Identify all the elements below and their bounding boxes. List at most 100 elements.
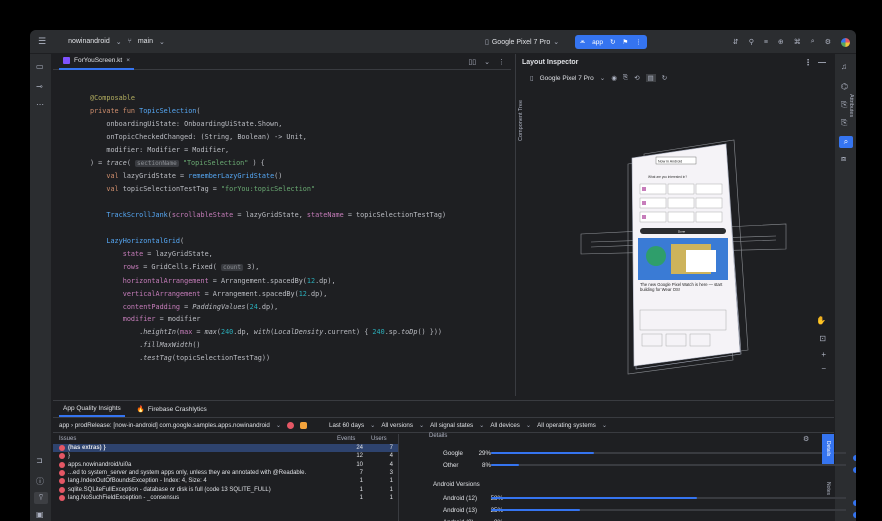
problems-icon[interactable]: ⓘ: [36, 476, 44, 487]
issue-row[interactable]: apps.nowinandroid/ui0a 10 4: [53, 461, 398, 469]
layout-3d-view[interactable]: Now in Android What are you interested i…: [576, 114, 796, 384]
code-line[interactable]: .testTag(topicSelectionTestTag)): [90, 352, 446, 365]
code-line[interactable]: val topicSelectionTestTag = "forYou:topi…: [90, 183, 446, 196]
code-line[interactable]: TrackScrollJank(scrollableState = lazyGr…: [90, 209, 446, 222]
commit-icon[interactable]: ⊸: [36, 82, 43, 91]
more-tools-icon[interactable]: ⋯: [36, 100, 44, 109]
chevron-down-icon[interactable]: ⌄: [276, 422, 281, 429]
editor-tab-label[interactable]: ForYouScreen.kt: [74, 57, 122, 64]
app-quality-icon[interactable]: ⊐: [36, 456, 43, 465]
debug-icon[interactable]: ⚑: [622, 38, 628, 46]
avatar-icon[interactable]: [841, 37, 850, 47]
terminal-icon[interactable]: ▣: [36, 510, 44, 519]
code-line[interactable]: ) = trace( sectionName "TopicSelection" …: [90, 157, 446, 171]
settings-gear-icon[interactable]: ⚙: [803, 435, 809, 443]
chevron-down-icon[interactable]: ⌄: [479, 422, 484, 429]
profiler-icon[interactable]: ⚲: [749, 38, 754, 46]
gradle-icon[interactable]: ⌬: [841, 82, 848, 91]
chevron-down-icon[interactable]: ⌄: [159, 38, 165, 46]
rerun-icon[interactable]: ↻: [610, 38, 615, 46]
code-line[interactable]: private fun TopicSelection(: [90, 105, 446, 118]
project-name[interactable]: nowinandroid: [68, 38, 110, 45]
code-line[interactable]: contentPadding = PaddingValues(24.dp),: [90, 301, 446, 314]
expand-knob[interactable]: [853, 512, 856, 518]
code-line[interactable]: state = lazyGridState,: [90, 248, 446, 261]
app-selector[interactable]: app › prodRelease: [now-in-android] com.…: [59, 422, 270, 429]
code-line[interactable]: ​: [90, 196, 446, 209]
device-name[interactable]: Google Pixel 7 Pro: [492, 39, 550, 46]
tab-app-quality-insights[interactable]: App Quality Insights: [59, 401, 125, 417]
layer-icon[interactable]: ▤: [645, 74, 656, 82]
more-icon[interactable]: ⋮: [498, 58, 505, 66]
code-line[interactable]: horizontalArrangement = Arrangement.spac…: [90, 275, 446, 288]
device-file-icon[interactable]: ⎘: [841, 100, 847, 110]
hamburger-menu-icon[interactable]: ☰: [38, 36, 46, 47]
filter-versions[interactable]: All versions: [381, 422, 413, 429]
code-line[interactable]: rows = GridCells.Fixed( count 3),: [90, 261, 446, 275]
search-icon[interactable]: ⌕: [811, 38, 815, 46]
attributes-tab[interactable]: Attributes: [848, 94, 854, 117]
more-icon[interactable]: ⋮: [635, 38, 642, 46]
code-line[interactable]: .fillMaxWidth(): [90, 339, 446, 352]
snapshot-icon[interactable]: ⎘: [623, 74, 628, 82]
issue-row[interactable]: (has extras) } 24 7: [53, 444, 398, 453]
branch-name[interactable]: main: [138, 38, 153, 45]
close-icon[interactable]: ×: [126, 57, 130, 64]
live-update-icon[interactable]: ⟲: [634, 74, 639, 82]
code-line[interactable]: onTopicCheckedChanged: (String, Boolean)…: [90, 131, 446, 144]
settings-gear-icon[interactable]: ⚙: [825, 38, 831, 46]
chevron-down-icon[interactable]: ⌄: [370, 422, 375, 429]
component-tree-tab[interactable]: Component Tree: [518, 100, 524, 141]
chevron-down-icon[interactable]: ⌄: [600, 74, 605, 82]
expand-knob[interactable]: [853, 467, 856, 473]
refresh-icon[interactable]: ↻: [662, 74, 667, 82]
chevron-down-icon[interactable]: ⌄: [526, 422, 531, 429]
issue-row[interactable]: lang.NoSuchFieldException - _consensus 1 1: [53, 494, 398, 502]
pan-icon[interactable]: ✋: [816, 316, 826, 325]
run-config[interactable]: app: [592, 39, 603, 46]
code-line[interactable]: modifier: Modifier = Modifier,: [90, 144, 446, 157]
eye-icon[interactable]: ◉: [611, 74, 617, 82]
chevron-down-icon[interactable]: ⌄: [484, 58, 490, 66]
code-line[interactable]: modifier = modifier: [90, 313, 446, 326]
issue-row[interactable]: ...ed to system_server and system apps o…: [53, 469, 398, 477]
chevron-down-icon[interactable]: ⌄: [553, 38, 559, 46]
filter-os[interactable]: All operating systems: [537, 422, 596, 429]
code-line[interactable]: verticalArrangement = Arrangement.spaced…: [90, 288, 446, 301]
device-manager-icon[interactable]: ⌘: [794, 38, 801, 46]
editor-tab[interactable]: ForYouScreen.kt ×: [59, 54, 134, 70]
issue-row[interactable]: sqlite.SQLiteFullException - database or…: [53, 485, 398, 493]
warning-filter-icon[interactable]: [300, 421, 308, 429]
error-filter-icon[interactable]: [287, 421, 295, 429]
code-line[interactable]: .heightIn(max = max(240.dp, with(LocalDe…: [90, 326, 446, 339]
code-line[interactable]: LazyHorizontalGrid(: [90, 235, 446, 248]
zoom-out-icon[interactable]: −: [821, 364, 826, 373]
layout-icon[interactable]: ≡: [764, 39, 768, 46]
code-line[interactable]: @Composable: [90, 92, 446, 105]
chevron-down-icon[interactable]: ⌄: [116, 38, 122, 46]
split-icon[interactable]: ▯▯: [468, 58, 476, 66]
issue-row[interactable]: } 12 4: [53, 452, 398, 460]
code-line[interactable]: onboardingUiState: OnboardingUiState.Sho…: [90, 118, 446, 131]
sdk-manager-icon[interactable]: ⊕: [778, 38, 784, 46]
filter-devices[interactable]: All devices: [490, 422, 520, 429]
expand-knob[interactable]: [853, 455, 856, 461]
sync-icon[interactable]: ⇵: [733, 38, 739, 46]
filter-signal[interactable]: All signal states: [430, 422, 473, 429]
chevron-down-icon[interactable]: ⌄: [419, 422, 424, 429]
details-side-tab[interactable]: Details: [822, 434, 834, 464]
notifications-icon[interactable]: ♫: [841, 62, 847, 71]
zoom-in-icon[interactable]: +: [821, 350, 826, 359]
code-line[interactable]: ​: [90, 222, 446, 235]
code-line[interactable]: val lazyGridState = rememberLazyGridStat…: [90, 170, 446, 183]
fit-icon[interactable]: ⊡: [819, 334, 826, 343]
emulator-icon[interactable]: ⎘: [841, 118, 847, 128]
notes-side-tab[interactable]: Notes: [822, 477, 834, 501]
expand-knob[interactable]: [853, 500, 856, 506]
running-devices-icon[interactable]: ⧈: [841, 154, 846, 164]
code-content[interactable]: @Composable private fun TopicSelection( o…: [90, 92, 446, 365]
layout-inspector-active-icon[interactable]: ⌕: [839, 136, 853, 148]
tab-firebase-crashlytics[interactable]: 🔥 Firebase Crashlytics: [137, 405, 207, 414]
inspector-device[interactable]: Google Pixel 7 Pro: [540, 75, 594, 82]
device-selector[interactable]: ▯ Google Pixel 7 Pro ⌄: [485, 30, 559, 54]
